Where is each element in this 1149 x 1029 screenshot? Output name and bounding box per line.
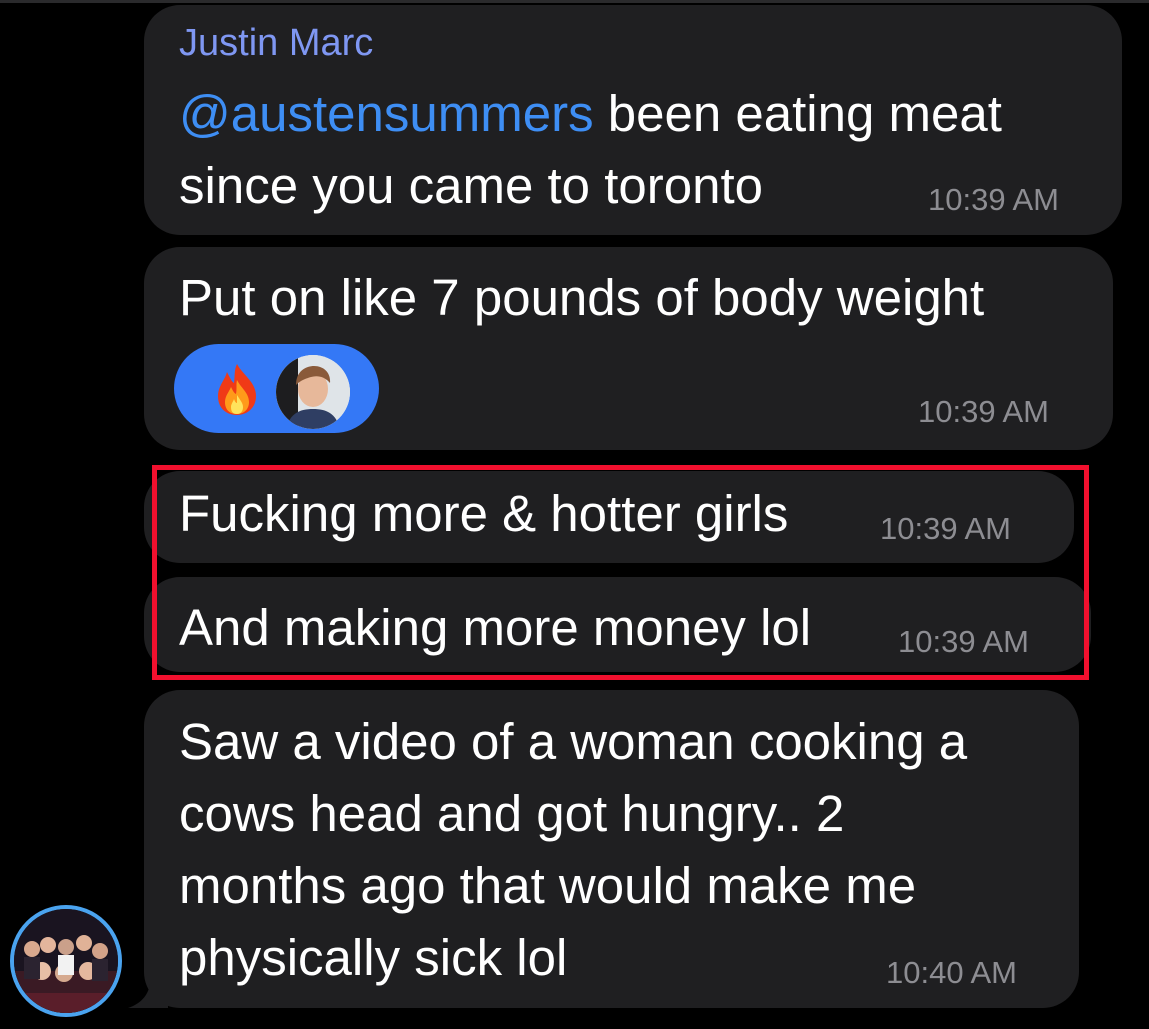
reactor-avatar[interactable] [276, 355, 350, 429]
highlight-box [152, 465, 1089, 680]
person-photo-icon [276, 355, 350, 429]
group-photo-icon [14, 909, 118, 1013]
bubble-tail-icon [128, 984, 168, 1008]
message-text-line: Saw a video of a woman cooking a [179, 713, 968, 770]
message-text-line: since you came to toronto [179, 157, 763, 214]
sender-name[interactable]: Justin Marc [179, 22, 373, 65]
message-text-line: months ago that would make me [179, 857, 917, 914]
message-text-line: @austensummers been eating meat [179, 88, 1002, 139]
mention-link[interactable]: @austensummers [179, 85, 594, 142]
message-timestamp: 10:39 AM [918, 394, 1049, 429]
fire-emoji-icon [218, 364, 256, 415]
message-timestamp: 10:40 AM [886, 955, 1017, 990]
message-timestamp: 10:39 AM [928, 182, 1059, 217]
message-text-line: cows head and got hungry.. 2 [179, 785, 845, 842]
message-text-line: physically sick lol [179, 929, 568, 986]
message-text-line: Put on like 7 pounds of body weight [179, 269, 985, 326]
message-text: been eating meat [593, 85, 1002, 142]
top-divider [0, 0, 1149, 3]
reaction-pill[interactable] [174, 344, 379, 433]
sender-avatar[interactable] [10, 905, 122, 1017]
